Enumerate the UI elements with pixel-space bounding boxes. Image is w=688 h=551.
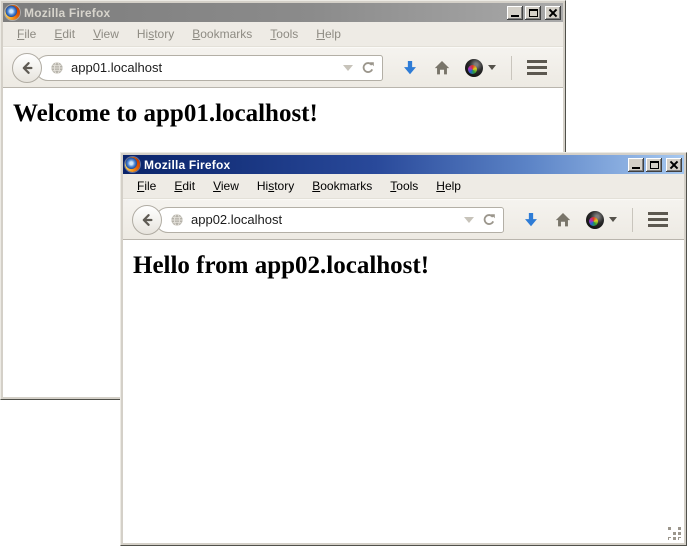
menu-view[interactable]: View bbox=[84, 23, 128, 45]
hamburger-icon bbox=[527, 60, 547, 63]
extension-color-wheel-icon bbox=[586, 211, 604, 229]
navigation-toolbar: app02.localhost bbox=[123, 199, 684, 240]
menu-bar: File Edit View History Bookmarks Tools H… bbox=[123, 174, 684, 199]
hamburger-icon bbox=[648, 212, 668, 215]
close-icon bbox=[548, 8, 558, 18]
url-bar[interactable]: app01.localhost bbox=[35, 55, 383, 81]
reload-icon[interactable] bbox=[360, 60, 376, 76]
menu-tools[interactable]: Tools bbox=[381, 175, 427, 197]
menu-bar: File Edit View History Bookmarks Tools H… bbox=[3, 22, 563, 47]
window-controls bbox=[628, 158, 682, 172]
extension-button[interactable] bbox=[465, 59, 496, 77]
home-icon bbox=[433, 59, 451, 77]
page-content-app02: Hello from app02.localhost! bbox=[123, 240, 684, 543]
navigation-toolbar: app01.localhost bbox=[3, 47, 563, 88]
url-text[interactable]: app01.localhost bbox=[71, 60, 336, 75]
minimize-button[interactable] bbox=[628, 158, 644, 172]
extension-dropdown-icon bbox=[609, 217, 617, 222]
titlebar[interactable]: Mozilla Firefox bbox=[3, 3, 563, 22]
menu-help[interactable]: Help bbox=[427, 175, 470, 197]
home-icon bbox=[554, 211, 572, 229]
menu-bookmarks[interactable]: Bookmarks bbox=[303, 175, 381, 197]
titlebar[interactable]: Mozilla Firefox bbox=[123, 155, 684, 174]
minimize-icon bbox=[511, 15, 519, 17]
menu-view[interactable]: View bbox=[204, 175, 248, 197]
site-globe-icon bbox=[49, 60, 65, 76]
close-button[interactable] bbox=[545, 6, 561, 20]
page-heading: Hello from app02.localhost! bbox=[133, 252, 684, 280]
back-button[interactable] bbox=[132, 205, 162, 235]
firefox-icon bbox=[125, 157, 140, 172]
app-menu-button[interactable] bbox=[527, 60, 547, 75]
home-button[interactable] bbox=[554, 211, 572, 229]
browser-window-app02: Mozilla Firefox File Edit View History B… bbox=[120, 152, 687, 546]
home-button[interactable] bbox=[433, 59, 451, 77]
extension-color-wheel-icon bbox=[465, 59, 483, 77]
toolbar-separator bbox=[632, 208, 633, 232]
extension-dropdown-icon bbox=[488, 65, 496, 70]
menu-edit[interactable]: Edit bbox=[45, 23, 84, 45]
close-icon bbox=[669, 160, 679, 170]
close-button[interactable] bbox=[666, 158, 682, 172]
site-globe-icon bbox=[169, 212, 185, 228]
history-dropdown-icon[interactable] bbox=[343, 65, 353, 71]
url-text[interactable]: app02.localhost bbox=[191, 212, 457, 227]
back-button[interactable] bbox=[12, 53, 42, 83]
menu-history[interactable]: History bbox=[128, 23, 183, 45]
menu-history[interactable]: History bbox=[248, 175, 303, 197]
window-title: Mozilla Firefox bbox=[24, 6, 110, 20]
history-dropdown-icon[interactable] bbox=[464, 217, 474, 223]
window-controls bbox=[507, 6, 561, 20]
menu-bookmarks[interactable]: Bookmarks bbox=[183, 23, 261, 45]
download-arrow-icon bbox=[401, 59, 419, 77]
download-arrow-icon bbox=[522, 211, 540, 229]
menu-file[interactable]: File bbox=[8, 23, 45, 45]
minimize-button[interactable] bbox=[507, 6, 523, 20]
url-bar[interactable]: app02.localhost bbox=[155, 207, 504, 233]
extension-button[interactable] bbox=[586, 211, 617, 229]
menu-edit[interactable]: Edit bbox=[165, 175, 204, 197]
download-button[interactable] bbox=[522, 211, 540, 229]
menu-help[interactable]: Help bbox=[307, 23, 350, 45]
back-arrow-icon bbox=[19, 60, 35, 76]
menu-tools[interactable]: Tools bbox=[261, 23, 307, 45]
minimize-icon bbox=[632, 167, 640, 169]
page-heading: Welcome to app01.localhost! bbox=[13, 100, 563, 128]
reload-icon[interactable] bbox=[481, 212, 497, 228]
window-title: Mozilla Firefox bbox=[144, 158, 230, 172]
resize-grip[interactable] bbox=[668, 527, 682, 541]
maximize-button[interactable] bbox=[646, 158, 662, 172]
maximize-icon bbox=[650, 161, 659, 169]
maximize-icon bbox=[529, 9, 538, 17]
back-arrow-icon bbox=[139, 212, 155, 228]
download-button[interactable] bbox=[401, 59, 419, 77]
toolbar-separator bbox=[511, 56, 512, 80]
app-menu-button[interactable] bbox=[648, 212, 668, 227]
menu-file[interactable]: File bbox=[128, 175, 165, 197]
firefox-icon bbox=[5, 5, 20, 20]
maximize-button[interactable] bbox=[525, 6, 541, 20]
